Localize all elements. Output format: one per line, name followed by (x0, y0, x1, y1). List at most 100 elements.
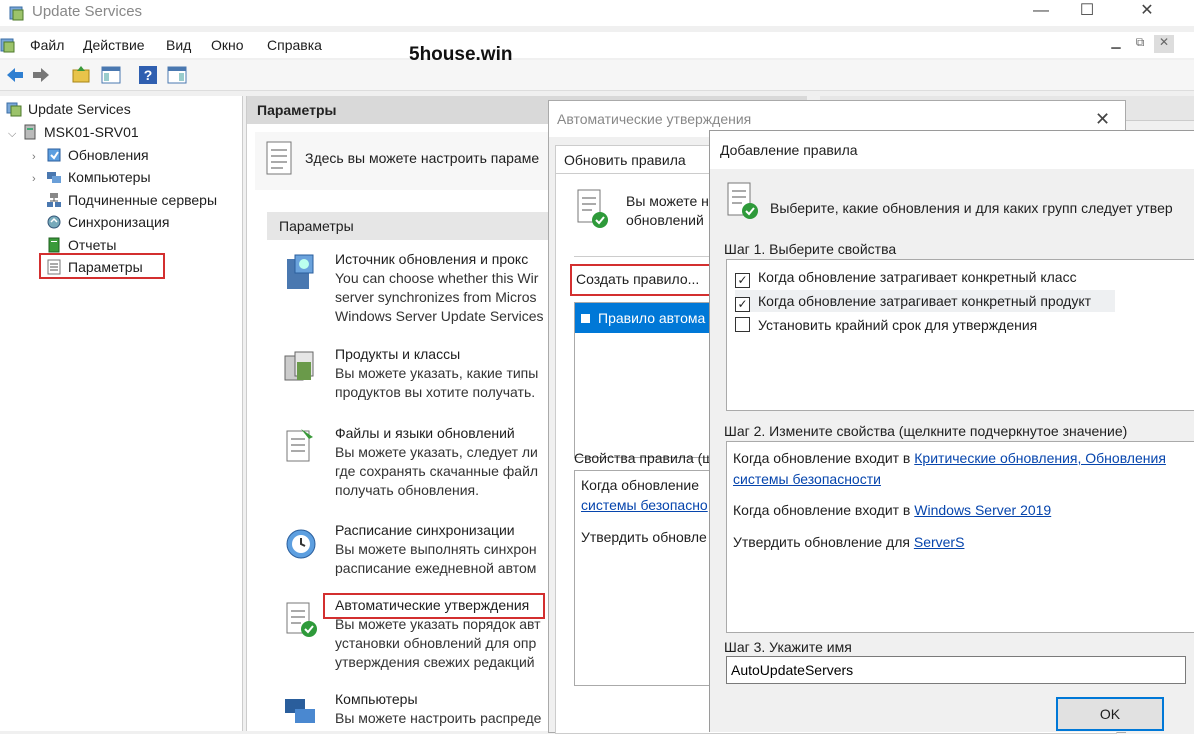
section-title[interactable]: Продукты и классы (335, 346, 460, 362)
section-desc-line: Вы можете указать, следует ли (335, 444, 538, 460)
section-desc-line: утверждения свежих редакций (335, 654, 535, 670)
update-source-icon (287, 254, 314, 289)
dialog-intro: Выберите, какие обновления и для каких г… (770, 200, 1173, 216)
product-link[interactable]: Windows Server 2019 (914, 502, 1051, 518)
section-desc-line: Вы можете указать порядок авт (335, 616, 541, 632)
classification-link[interactable]: Критические обновления, Обновления (914, 450, 1166, 466)
rule-props-label: Свойства правила (щ (574, 450, 714, 466)
list-item[interactable]: Правило автома (575, 303, 715, 333)
separator (574, 256, 714, 257)
section-desc-line: Windows Server Update Services (335, 308, 544, 324)
dialog-close-icon[interactable]: ✕ (1095, 109, 1110, 130)
app-icon (9, 6, 24, 21)
tree-item-computers[interactable]: › Компьютеры (32, 166, 151, 188)
close-button[interactable]: ✕ (1124, 0, 1170, 24)
window-title: Update Services (32, 3, 143, 20)
reports-icon (48, 237, 60, 253)
products-icon (284, 351, 314, 381)
options-list-icon (47, 259, 61, 275)
rule-item-label: Правило автома (598, 310, 706, 326)
maximize-button[interactable]: ☐ (1064, 0, 1110, 24)
rule-line-text: Когда обновление входит в (733, 450, 915, 466)
section-title[interactable]: Компьютеры (335, 691, 418, 707)
chevron-down-icon[interactable]: ⌵ (8, 123, 22, 145)
menu-window[interactable]: Окно (211, 37, 244, 53)
property-checkbox-product[interactable]: ✓ Когда обновление затрагивает конкретный… (735, 290, 1115, 312)
section-title[interactable]: Источник обновления и прокс (335, 251, 528, 267)
section-title[interactable]: Автоматические утверждения (335, 597, 529, 613)
classification-link-cont[interactable]: системы безопасности (733, 471, 881, 487)
section-title[interactable]: Файлы и языки обновлений (335, 425, 515, 441)
section-desc-line: You can choose whether this Wir (335, 270, 539, 286)
rule-prop-line: Когда обновление (581, 477, 699, 493)
up-folder-icon[interactable] (70, 64, 92, 86)
step2-label: Шаг 2. Измените свойства (щелкните подче… (724, 423, 1128, 439)
action-pane-icon[interactable] (166, 64, 188, 86)
tree-item-downstream-servers[interactable]: Подчиненные серверы (46, 189, 217, 211)
checkbox-label: Когда обновление затрагивает конкретный … (758, 269, 1077, 285)
checkbox[interactable] (735, 317, 750, 332)
menu-view[interactable]: Вид (166, 37, 191, 53)
svg-text:?: ? (144, 67, 153, 83)
mdi-minimize-icon[interactable]: ▁ (1106, 35, 1126, 53)
forward-arrow-icon[interactable] (30, 64, 52, 86)
mdi-restore-icon[interactable]: ⧉ (1130, 35, 1150, 53)
tree-item-label: Обновления (68, 147, 149, 163)
checkbox[interactable]: ✓ (735, 273, 750, 288)
tree-item-sync[interactable]: Синхронизация (46, 211, 169, 233)
dialog-intro-line: обновлений (626, 212, 704, 228)
rule-line-text: Утвердить обновление для (733, 534, 914, 550)
toolbar: ? (0, 60, 1194, 91)
section-desc-line: где сохранять скачанные файл (335, 463, 539, 479)
tab-update-rules[interactable]: Обновить правила (555, 145, 711, 174)
show-hide-tree-icon[interactable] (100, 64, 122, 86)
rule-name-input[interactable] (726, 656, 1186, 684)
rule-prop-link[interactable]: системы безопасно (581, 497, 708, 513)
tree-root[interactable]: Update Services (6, 98, 131, 120)
section-title[interactable]: Расписание синхронизации (335, 522, 515, 538)
tree-server[interactable]: ⌵ MSK01-SRV01 (8, 121, 139, 143)
menu-file[interactable]: Файл (30, 37, 64, 53)
chevron-right-icon[interactable]: › (32, 146, 46, 168)
rule-checkbox-icon[interactable] (581, 314, 590, 323)
step3-label: Шаг 3. Укажите имя (724, 639, 852, 655)
property-checkbox-deadline[interactable]: Установить крайний срок для утверждения (735, 314, 1037, 336)
section-desc-line: Вы можете выполнять синхрон (335, 541, 537, 557)
update-services-icon (6, 102, 22, 117)
section-desc-line: установки обновлений для опр (335, 635, 537, 651)
property-checkbox-class[interactable]: ✓ Когда обновление затрагивает конкретный… (735, 266, 1120, 288)
menu-bar: Файл Действие Вид Окно Справка 5house.wi… (0, 32, 1194, 65)
computers-icon (47, 172, 61, 183)
chevron-right-icon[interactable]: › (32, 168, 46, 190)
menu-help[interactable]: Справка (267, 37, 322, 53)
checkbox-label: Установить крайний срок для утверждения (758, 317, 1038, 333)
menu-action[interactable]: Действие (83, 37, 145, 53)
ok-button[interactable]: OK (1056, 697, 1164, 731)
tree-item-updates[interactable]: › Обновления (32, 144, 149, 166)
help-icon[interactable]: ? (137, 64, 159, 86)
tree-item-label: Синхронизация (68, 214, 170, 230)
auto-approve-icon (727, 182, 758, 219)
title-bar: Update Services — ☐ ✕ (0, 0, 1194, 26)
downstream-servers-icon (47, 193, 61, 207)
tree-item-options[interactable]: Параметры (46, 256, 143, 278)
checkbox-label: Когда обновление затрагивает конкретный … (758, 293, 1092, 309)
group-link[interactable]: ServerS (914, 534, 965, 550)
tree-root-label: Update Services (28, 101, 131, 117)
step1-label: Шаг 1. Выберите свойства (724, 241, 897, 257)
files-languages-icon (286, 429, 313, 462)
sync-icon (47, 215, 61, 229)
create-rule-button[interactable]: Создать правило... (576, 271, 699, 287)
mmc-icon (0, 38, 15, 53)
minimize-button[interactable]: — (1018, 0, 1064, 24)
rule-line-text: Когда обновление входит в (733, 502, 915, 518)
computers-icon (285, 699, 315, 723)
rules-list[interactable]: Правило автома (574, 302, 716, 458)
rule-description-box: Когда обновление входит в Критические об… (726, 441, 1194, 633)
tree-item-label: Компьютеры (68, 169, 151, 185)
tree-server-label: MSK01-SRV01 (44, 124, 139, 140)
checkbox[interactable]: ✓ (735, 297, 750, 312)
server-icon (24, 124, 36, 140)
back-arrow-icon[interactable] (4, 64, 26, 86)
mdi-close-icon[interactable]: ✕ (1154, 35, 1174, 53)
